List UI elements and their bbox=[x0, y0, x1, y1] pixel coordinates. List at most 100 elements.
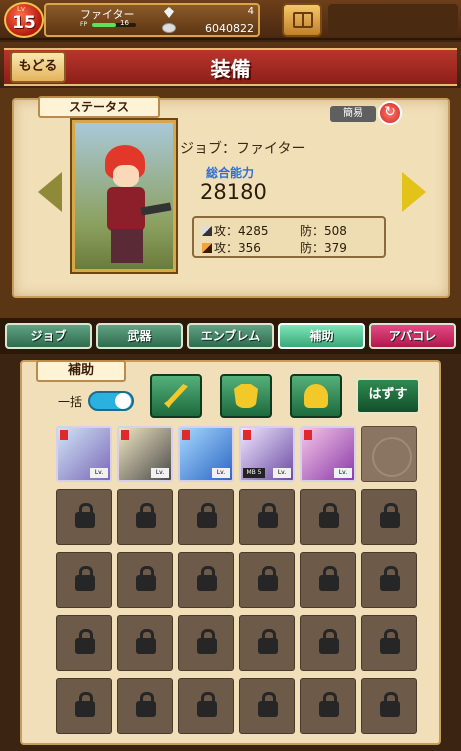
card-rarity-flag-icon bbox=[121, 430, 129, 440]
tab-emblem[interactable]: エンブレム bbox=[187, 323, 274, 349]
locked-slot bbox=[56, 615, 112, 671]
lock-icon bbox=[319, 692, 339, 717]
crystal-icon bbox=[164, 7, 174, 18]
next-character-arrow-icon[interactable] bbox=[402, 172, 426, 212]
character-legs bbox=[111, 229, 143, 263]
total-power-value: 28180 bbox=[200, 180, 267, 204]
lock-icon bbox=[136, 503, 156, 528]
refresh-icon[interactable]: ↻ bbox=[378, 101, 402, 125]
lock-icon bbox=[136, 692, 156, 717]
tab-support[interactable]: 補助 bbox=[278, 323, 365, 349]
locked-slot bbox=[117, 489, 173, 545]
simple-view-badge[interactable]: 簡易 bbox=[330, 106, 376, 122]
lock-icon bbox=[75, 629, 95, 654]
tab-job[interactable]: ジョブ bbox=[5, 323, 92, 349]
lock-icon bbox=[380, 566, 400, 591]
remove-all-button[interactable]: はずす bbox=[356, 378, 420, 414]
lock-icon bbox=[75, 692, 95, 717]
locked-slot bbox=[361, 489, 417, 545]
equipment-tabs: ジョブ 武器 エンブレム 補助 アバコレ bbox=[0, 318, 461, 354]
level-tag: Lv bbox=[17, 5, 26, 13]
fp-bar-fill bbox=[92, 23, 117, 27]
lock-icon bbox=[319, 566, 339, 591]
lock-icon bbox=[380, 503, 400, 528]
toggle-knob bbox=[115, 393, 131, 409]
locked-slot bbox=[239, 552, 295, 608]
character-portrait bbox=[72, 120, 176, 272]
page-title: 装備 bbox=[210, 57, 251, 81]
card-mb-badge: MB 5 bbox=[243, 468, 265, 478]
armor-icon bbox=[234, 384, 258, 408]
fp-bar bbox=[92, 23, 136, 27]
lock-icon bbox=[75, 503, 95, 528]
card-rarity-flag-icon bbox=[243, 430, 251, 440]
lock-icon bbox=[258, 629, 278, 654]
lock-icon bbox=[380, 629, 400, 654]
magic-attack: 攻：356 bbox=[214, 241, 261, 255]
card-level: Lv. bbox=[334, 468, 352, 478]
top-bar: Lv 15 ファイター 4 FP 16 6040822 bbox=[0, 0, 461, 40]
lock-icon bbox=[380, 692, 400, 717]
physical-stat-row: 攻：4285 防：508 bbox=[202, 222, 347, 239]
lock-icon bbox=[197, 566, 217, 591]
filter-armor-button[interactable] bbox=[220, 374, 272, 418]
locked-slot bbox=[239, 615, 295, 671]
card-level: Lv. bbox=[212, 468, 230, 478]
magic-stat-row: 攻：356 防：379 bbox=[202, 239, 347, 256]
locked-slot bbox=[56, 678, 112, 734]
gold-count: 6040822 bbox=[205, 22, 254, 35]
physical-attack: 攻：4285 bbox=[214, 224, 269, 238]
player-info-panel: ファイター 4 FP 16 6040822 bbox=[44, 3, 260, 37]
fp-label: FP bbox=[80, 21, 88, 28]
filter-weapon-button[interactable] bbox=[150, 374, 202, 418]
lock-icon bbox=[197, 629, 217, 654]
status-tag: ステータス bbox=[38, 96, 160, 118]
locked-slot bbox=[361, 552, 417, 608]
player-level: 15 bbox=[12, 13, 36, 33]
magic-sword-icon bbox=[202, 243, 212, 253]
total-power-label: 総合能力 bbox=[206, 166, 255, 180]
locked-slot bbox=[361, 615, 417, 671]
locked-slot bbox=[300, 489, 356, 545]
lock-icon bbox=[258, 503, 278, 528]
book-icon bbox=[293, 12, 313, 28]
tab-weapon[interactable]: 武器 bbox=[96, 323, 183, 349]
filter-helmet-button[interactable] bbox=[290, 374, 342, 418]
support-tag: 補助 bbox=[36, 360, 126, 382]
locked-slot bbox=[300, 615, 356, 671]
physical-sword-icon bbox=[202, 226, 212, 236]
character-weapon bbox=[140, 202, 172, 216]
card-level: Lv. bbox=[90, 468, 108, 478]
support-card-slot[interactable]: Lv. bbox=[117, 426, 173, 482]
prev-character-arrow-icon[interactable] bbox=[38, 172, 62, 212]
lock-icon bbox=[197, 692, 217, 717]
card-level: Lv. bbox=[273, 468, 291, 478]
bulk-toggle[interactable] bbox=[88, 391, 134, 411]
job-line: ジョブ：ファイター bbox=[180, 141, 306, 157]
card-rarity-flag-icon bbox=[304, 430, 312, 440]
locked-slot bbox=[239, 678, 295, 734]
support-card-slot[interactable]: Lv. MB 5 bbox=[239, 426, 295, 482]
support-card-slot[interactable]: Lv. bbox=[300, 426, 356, 482]
header: もどる 装備 bbox=[0, 42, 461, 90]
lock-icon bbox=[136, 629, 156, 654]
support-card-slot[interactable]: Lv. bbox=[178, 426, 234, 482]
locked-slot bbox=[117, 552, 173, 608]
locked-slot bbox=[117, 615, 173, 671]
locked-slot bbox=[178, 615, 234, 671]
empty-slot[interactable] bbox=[361, 426, 417, 482]
locked-slot bbox=[300, 552, 356, 608]
lock-icon bbox=[197, 503, 217, 528]
lock-icon bbox=[319, 629, 339, 654]
lock-icon bbox=[319, 503, 339, 528]
bulk-label: 一括 bbox=[58, 395, 83, 409]
player-level-badge: Lv 15 bbox=[4, 2, 44, 38]
lock-icon bbox=[258, 566, 278, 591]
book-button[interactable] bbox=[282, 3, 322, 37]
tab-avatar-collection[interactable]: アバコレ bbox=[369, 323, 456, 349]
support-card-slot[interactable]: Lv. bbox=[56, 426, 112, 482]
locked-slot bbox=[117, 678, 173, 734]
magic-defense: 防：379 bbox=[300, 241, 347, 255]
helmet-icon bbox=[304, 384, 328, 408]
sword-icon bbox=[164, 384, 188, 408]
